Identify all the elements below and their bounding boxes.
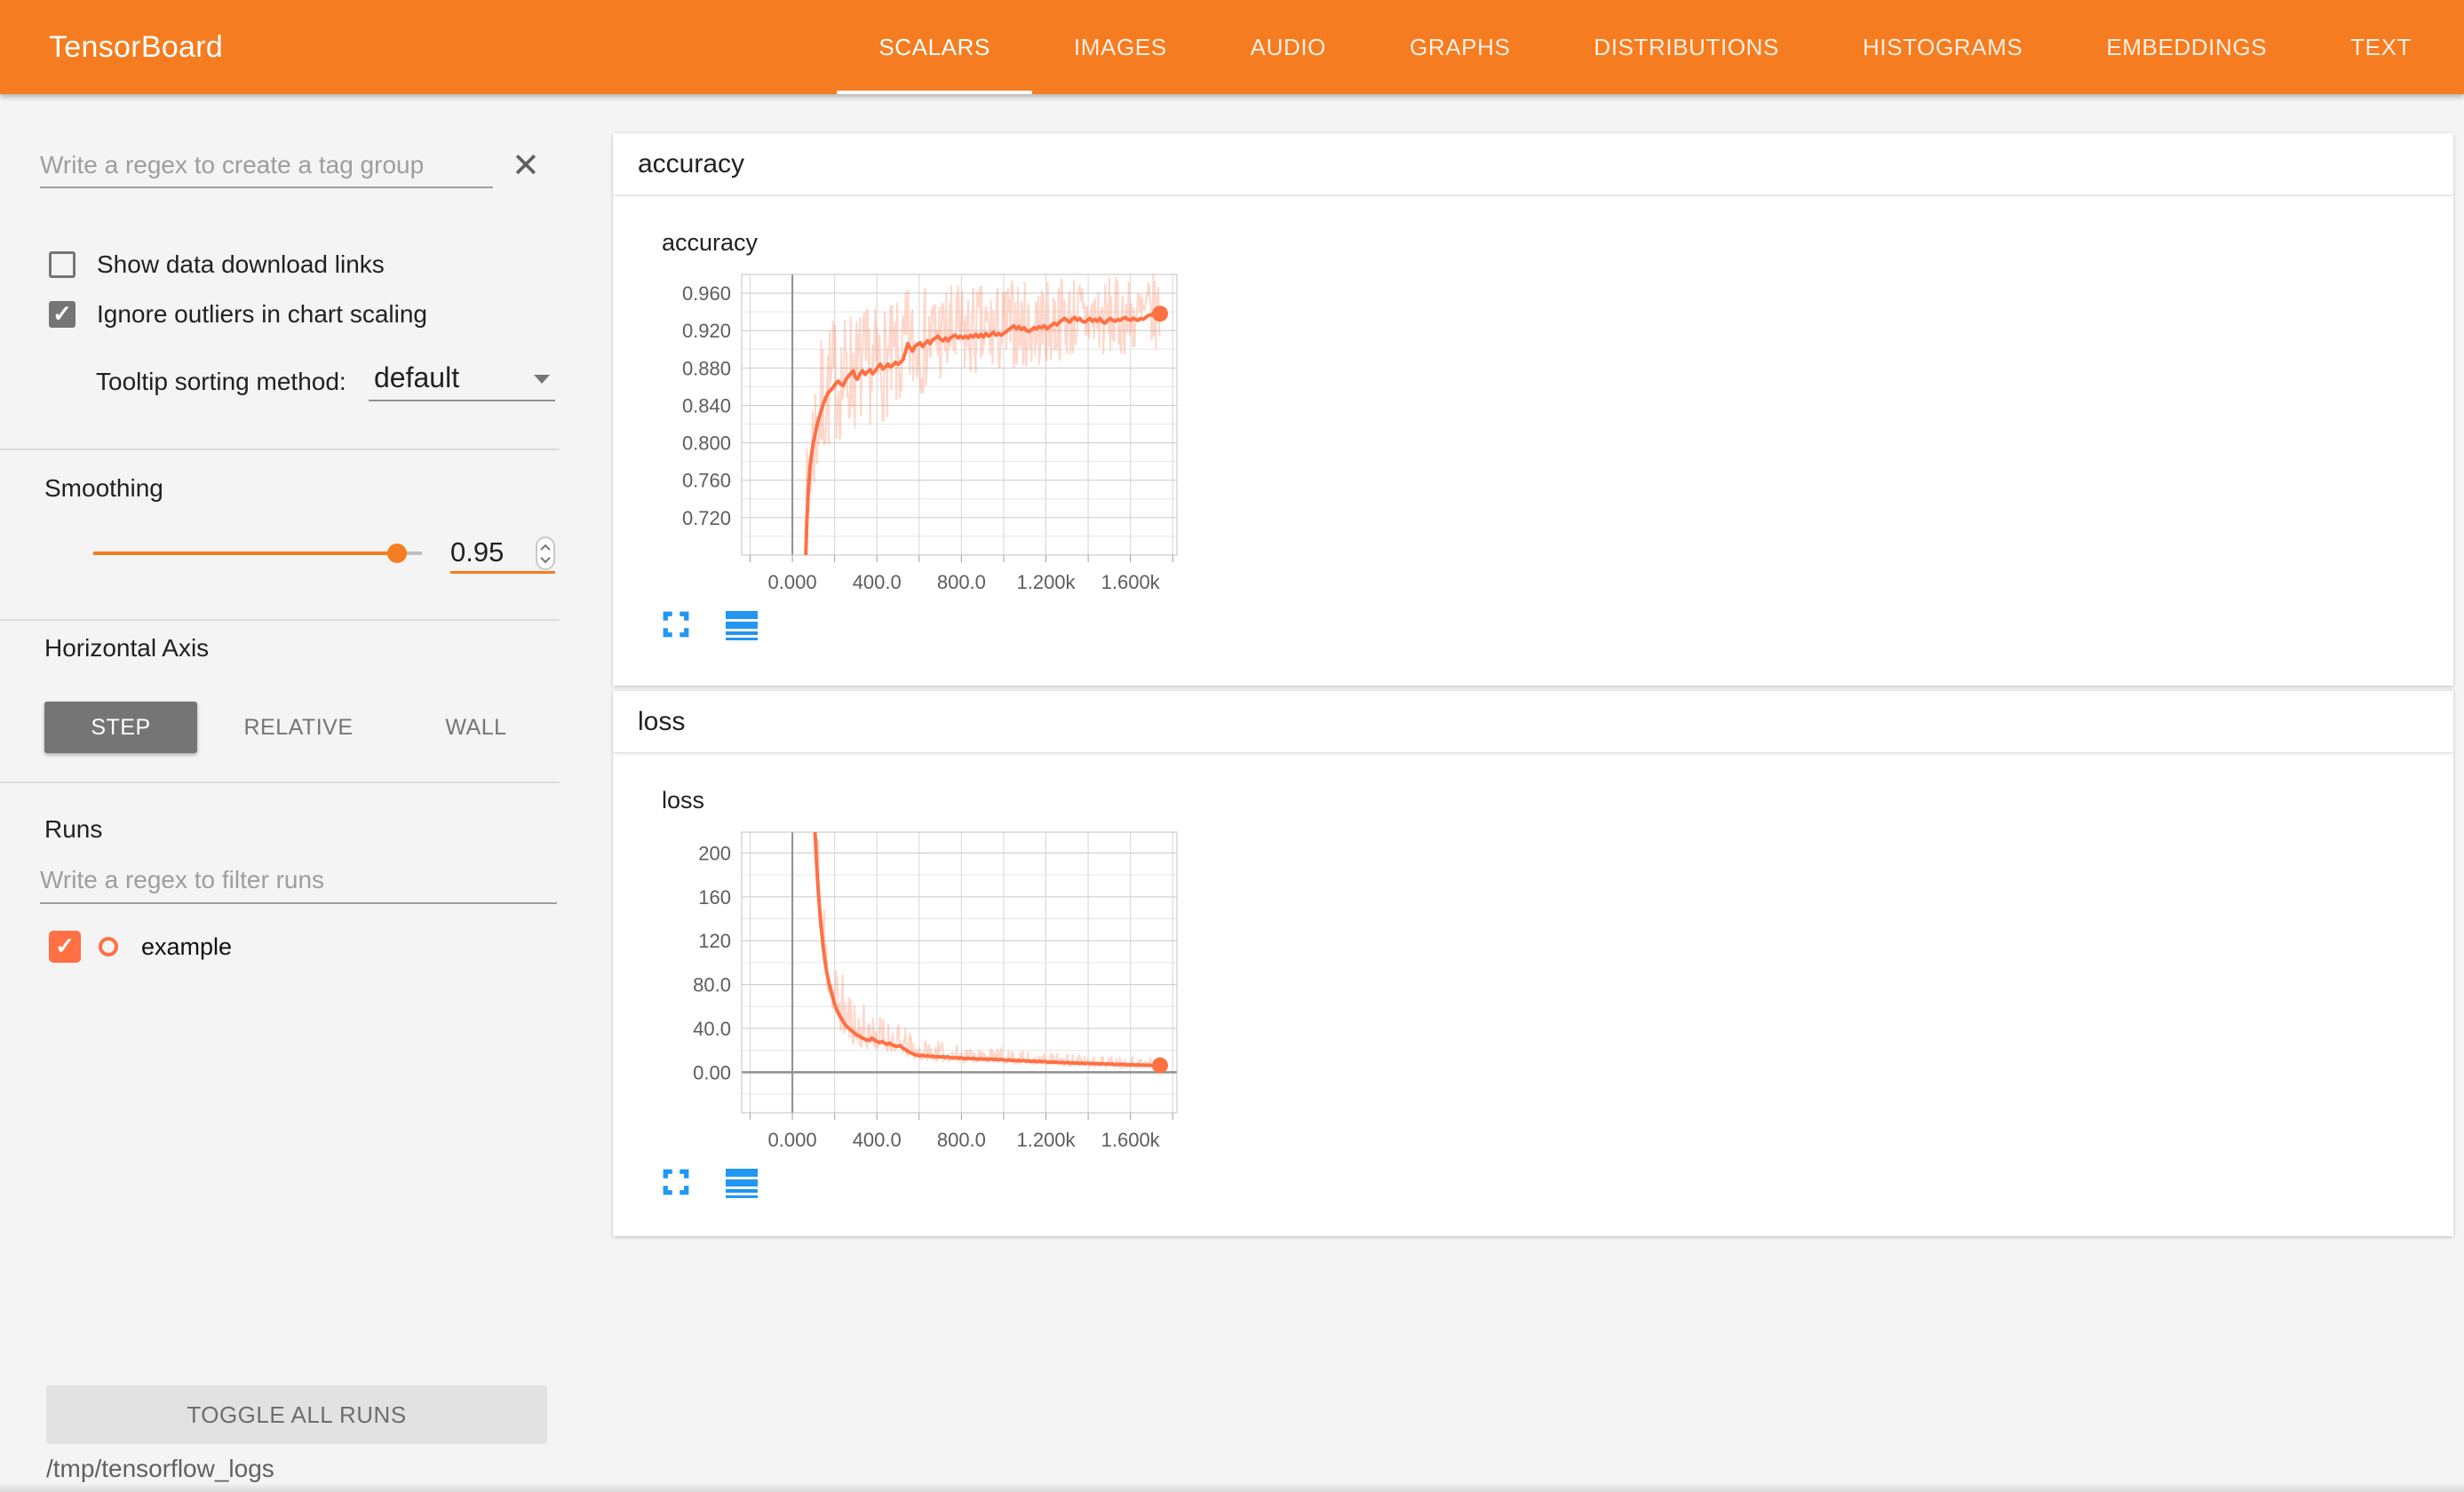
ignore-outliers-label: Ignore outliers in chart scaling xyxy=(97,300,427,329)
step-down-icon[interactable] xyxy=(540,552,550,562)
smoothing-value-box xyxy=(450,531,555,574)
show-download-links-checkbox-row[interactable]: Show data download links xyxy=(49,250,385,279)
step-up-icon[interactable] xyxy=(540,544,550,553)
tab-text[interactable]: TEXT xyxy=(2309,0,2453,94)
svg-text:0.880: 0.880 xyxy=(682,357,731,379)
tab-audio[interactable]: AUDIO xyxy=(1209,0,1368,94)
svg-text:0.760: 0.760 xyxy=(682,470,731,492)
horizontal-axis-buttons: STEP RELATIVE WALL xyxy=(44,702,552,753)
svg-text:1.600k: 1.600k xyxy=(1101,571,1161,593)
divider xyxy=(0,448,560,450)
runs-filter-input[interactable] xyxy=(40,858,557,904)
group-title: accuracy xyxy=(638,149,744,179)
app-header: TensorBoard SCALARSIMAGESAUDIOGRAPHSDIST… xyxy=(0,0,2464,94)
svg-text:0.00: 0.00 xyxy=(693,1061,731,1083)
group-header-loss[interactable]: loss xyxy=(613,691,2453,753)
svg-text:200: 200 xyxy=(698,842,731,864)
chart-title-loss: loss xyxy=(662,787,704,814)
fullscreen-icon[interactable] xyxy=(662,610,690,639)
tab-distributions[interactable]: DISTRIBUTIONS xyxy=(1552,0,1821,94)
tag-filter-input[interactable] xyxy=(40,144,493,188)
group-title: loss xyxy=(638,707,685,736)
run-name: example xyxy=(141,933,232,961)
svg-text:400.0: 400.0 xyxy=(853,571,902,593)
app-title: TensorBoard xyxy=(49,30,223,65)
loss-chart[interactable]: 0.00 40.0 80.0 120 160 200 0.000 400.0 800.0 1.20… xyxy=(657,829,1190,1175)
horizontal-axis-label: Horizontal Axis xyxy=(44,634,209,663)
svg-text:800.0: 800.0 xyxy=(937,1129,986,1151)
top-nav: SCALARSIMAGESAUDIOGRAPHSDISTRIBUTIONSHIS… xyxy=(837,0,2453,94)
fullscreen-icon[interactable] xyxy=(662,1168,690,1196)
runs-label: Runs xyxy=(44,815,102,844)
svg-text:0.800: 0.800 xyxy=(682,433,731,455)
svg-text:160: 160 xyxy=(698,886,731,909)
tooltip-sorting-label: Tooltip sorting method: xyxy=(96,368,346,395)
divider xyxy=(0,619,560,621)
divider xyxy=(0,782,560,783)
svg-text:40.0: 40.0 xyxy=(693,1018,731,1040)
tab-embeddings[interactable]: EMBEDDINGS xyxy=(2064,0,2309,94)
chart-toolbar xyxy=(662,610,758,640)
svg-text:1.200k: 1.200k xyxy=(1016,571,1076,593)
axis-mode-step[interactable]: STEP xyxy=(44,702,197,753)
svg-text:1.200k: 1.200k xyxy=(1016,1129,1076,1151)
tooltip-sorting-row: Tooltip sorting method: default xyxy=(96,361,346,403)
clear-tag-filter-icon[interactable]: ✕ xyxy=(512,149,540,183)
svg-text:400.0: 400.0 xyxy=(853,1129,902,1151)
smoothing-slider[interactable] xyxy=(93,543,422,564)
show-download-links-label: Show data download links xyxy=(97,250,385,279)
run-selector-icon[interactable] xyxy=(726,610,758,640)
accuracy-chart[interactable]: 0.720 0.760 0.800 0.840 0.880 0.920 0.960 0.000… xyxy=(657,271,1190,617)
tab-images[interactable]: IMAGES xyxy=(1032,0,1209,94)
sidebar: ✕ Show data download links Ignore outlie… xyxy=(0,94,611,1492)
svg-text:0.840: 0.840 xyxy=(682,394,731,417)
run-selector-icon[interactable] xyxy=(726,1168,758,1198)
chart-title-accuracy: accuracy xyxy=(662,229,758,257)
axis-mode-wall[interactable]: WALL xyxy=(400,702,552,753)
svg-text:800.0: 800.0 xyxy=(937,571,986,593)
svg-text:0.000: 0.000 xyxy=(768,1129,817,1151)
smoothing-stepper[interactable] xyxy=(536,536,555,570)
svg-text:80.0: 80.0 xyxy=(693,974,731,996)
scalar-group-loss: loss loss 0.00 40.0 80.0 120 160 200 0.000 400.… xyxy=(613,691,2453,1236)
tab-scalars[interactable]: SCALARS xyxy=(837,0,1032,94)
run-checkbox[interactable] xyxy=(49,931,81,963)
main-content: accuracy accuracy 0.7200.7600.8000.8400.… xyxy=(611,94,2464,1492)
svg-text:0.720: 0.720 xyxy=(682,507,731,529)
slider-fill xyxy=(93,552,397,555)
slider-thumb[interactable] xyxy=(387,544,407,563)
run-row-example[interactable]: example xyxy=(49,927,232,966)
show-download-links-checkbox[interactable] xyxy=(49,251,76,278)
svg-text:0.920: 0.920 xyxy=(682,320,731,342)
svg-text:0.960: 0.960 xyxy=(682,282,731,305)
chevron-down-icon xyxy=(534,375,550,384)
tooltip-sorting-value: default xyxy=(374,361,459,393)
smoothing-value-input[interactable] xyxy=(450,531,521,568)
ignore-outliers-checkbox-row[interactable]: Ignore outliers in chart scaling xyxy=(49,300,427,329)
svg-text:120: 120 xyxy=(698,930,731,952)
tab-histograms[interactable]: HISTOGRAMS xyxy=(1821,0,2064,94)
group-header-accuracy[interactable]: accuracy xyxy=(613,133,2453,195)
logdir-path: /tmp/tensorflow_logs xyxy=(46,1455,274,1483)
ignore-outliers-checkbox[interactable] xyxy=(49,301,76,328)
svg-text:1.600k: 1.600k xyxy=(1101,1129,1161,1151)
toggle-all-runs-button[interactable]: TOGGLE ALL RUNS xyxy=(46,1385,547,1444)
run-list: example xyxy=(49,927,232,966)
tooltip-sorting-select[interactable]: default xyxy=(369,357,555,401)
run-color-swatch xyxy=(99,937,118,956)
scalar-group-accuracy: accuracy accuracy 0.7200.7600.8000.8400.… xyxy=(613,133,2453,686)
axis-mode-relative[interactable]: RELATIVE xyxy=(222,702,375,753)
tab-graphs[interactable]: GRAPHS xyxy=(1368,0,1552,94)
svg-text:0.000: 0.000 xyxy=(768,571,817,593)
smoothing-label: Smoothing xyxy=(44,474,163,503)
chart-toolbar xyxy=(662,1168,758,1198)
